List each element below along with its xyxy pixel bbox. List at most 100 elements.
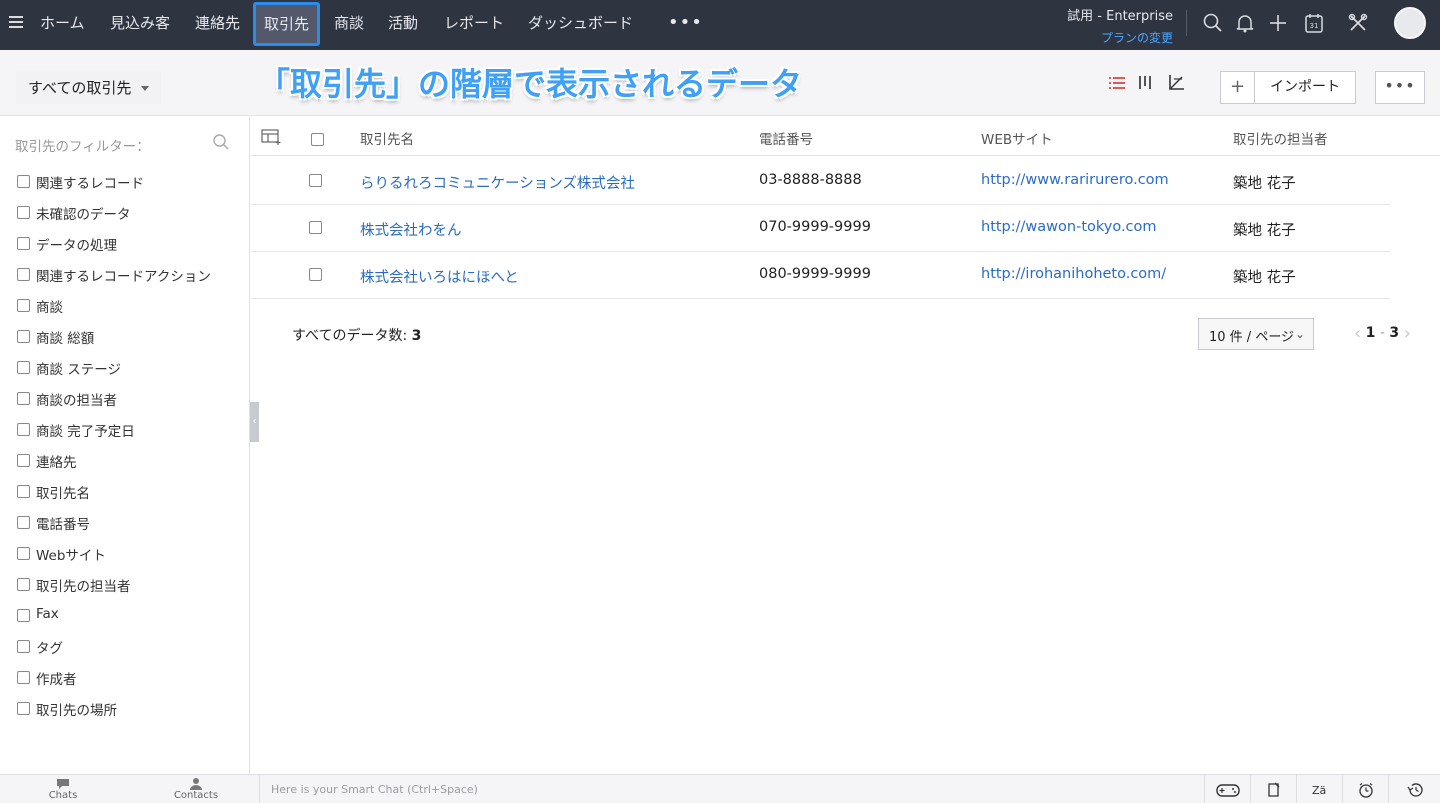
filter-checkbox[interactable] — [17, 516, 30, 529]
row-checkbox[interactable] — [309, 174, 322, 187]
create-import-group: + インポート — [1220, 71, 1356, 104]
filter-checkbox[interactable] — [17, 175, 30, 188]
filter-item[interactable]: Webサイト — [17, 544, 211, 575]
filter-item[interactable]: 取引先の担当者 — [17, 575, 211, 606]
chart-view-icon[interactable] — [1167, 74, 1185, 92]
filter-item[interactable]: データの処理 — [17, 234, 211, 265]
filter-checkbox[interactable] — [17, 454, 30, 467]
change-plan-link[interactable]: プランの変更 — [1067, 29, 1173, 46]
filter-label: 連絡先 — [36, 455, 77, 471]
bell-icon[interactable] — [1234, 12, 1256, 34]
column-header-website[interactable]: WEBサイト — [981, 128, 1053, 148]
prev-page-icon[interactable]: ‹ — [1354, 323, 1361, 344]
website-link[interactable]: http://irohanihoheto.com/ — [981, 266, 1166, 282]
row-checkbox[interactable] — [309, 268, 322, 281]
filter-item[interactable]: 作成者 — [17, 668, 211, 699]
nav-item-leads[interactable]: 見込み客 — [110, 0, 170, 50]
column-header-account-name[interactable]: 取引先名 — [360, 128, 414, 148]
filter-checkbox[interactable] — [17, 268, 30, 281]
list-view-icon[interactable] — [1108, 74, 1126, 92]
filter-item[interactable]: 商談 — [17, 296, 211, 327]
filter-item[interactable]: 取引先の場所 — [17, 699, 211, 730]
table-row[interactable]: らりるれろコミュニケーションズ株式会社 03-8888-8888 http://… — [251, 158, 1390, 205]
account-name-link[interactable]: 株式会社いろはにほへと — [360, 266, 519, 287]
owner-cell: 築地 花子 — [1233, 270, 1296, 286]
filter-item[interactable]: 商談 総額 — [17, 327, 211, 358]
website-link[interactable]: http://www.rarirurero.com — [981, 172, 1169, 188]
chats-tab[interactable]: Chats — [33, 777, 93, 801]
account-name-link[interactable]: 株式会社わをん — [360, 219, 462, 240]
nav-item-reports[interactable]: レポート — [444, 0, 504, 50]
nav-item-accounts[interactable]: 取引先 — [253, 2, 321, 46]
filter-item[interactable]: 関連するレコード — [17, 172, 211, 203]
select-all-checkbox[interactable] — [311, 133, 324, 146]
row-checkbox[interactable] — [309, 221, 322, 234]
filter-label: 商談 — [36, 300, 63, 316]
sidebar-collapse-handle[interactable]: ‹ — [250, 402, 259, 442]
import-button[interactable]: インポート — [1255, 72, 1355, 103]
plus-icon[interactable] — [1267, 12, 1289, 34]
column-header-phone[interactable]: 電話番号 — [759, 128, 813, 148]
website-link[interactable]: http://wawon-tokyo.com — [981, 219, 1157, 235]
kanban-view-icon[interactable] — [1137, 74, 1155, 92]
filter-item[interactable]: 連絡先 — [17, 451, 211, 482]
filter-item[interactable]: 未確認のデータ — [17, 203, 211, 234]
filter-checkbox[interactable] — [17, 702, 30, 715]
search-icon[interactable] — [1202, 12, 1224, 34]
translate-icon[interactable]: Zä — [1296, 775, 1342, 803]
filter-item[interactable]: 電話番号 — [17, 513, 211, 544]
filter-checkbox[interactable] — [17, 361, 30, 374]
filter-checkbox[interactable] — [17, 485, 30, 498]
menu-icon[interactable] — [9, 16, 23, 30]
smart-chat-input[interactable]: Here is your Smart Chat (Ctrl+Space) — [271, 783, 478, 796]
notes-icon[interactable] — [1250, 775, 1296, 803]
gamepad-icon[interactable] — [1204, 775, 1250, 803]
filter-checkbox[interactable] — [17, 392, 30, 405]
filter-item[interactable]: 取引先名 — [17, 482, 211, 513]
create-account-button[interactable]: + — [1221, 72, 1255, 103]
history-icon[interactable] — [1388, 775, 1440, 803]
filter-checkbox[interactable] — [17, 609, 30, 622]
filter-checkbox[interactable] — [17, 578, 30, 591]
more-actions-button[interactable]: ••• — [1375, 71, 1425, 104]
filter-checkbox[interactable] — [17, 547, 30, 560]
filter-item[interactable]: Fax — [17, 606, 211, 637]
filter-checkbox[interactable] — [17, 423, 30, 436]
filter-item[interactable]: 関連するレコードアクション — [17, 265, 211, 296]
filter-item[interactable]: タグ — [17, 637, 211, 668]
filter-checkbox[interactable] — [17, 237, 30, 250]
contacts-tab[interactable]: Contacts — [166, 777, 226, 801]
filter-label: 作成者 — [36, 672, 77, 688]
filter-search-icon[interactable] — [212, 133, 230, 151]
filter-item[interactable]: 商談の担当者 — [17, 389, 211, 420]
account-name-link[interactable]: らりるれろコミュニケーションズ株式会社 — [360, 172, 635, 193]
list-toolbar: すべての取引先 「取引先」の階層で表示されるデータ + インポート ••• — [0, 50, 1440, 116]
alarm-clock-icon[interactable] — [1342, 775, 1388, 803]
svg-text:31: 31 — [1310, 22, 1319, 30]
nav-item-activities[interactable]: 活動 — [388, 0, 418, 50]
filter-checkbox[interactable] — [17, 671, 30, 684]
table-row[interactable]: 株式会社わをん 070-9999-9999 http://wawon-tokyo… — [251, 205, 1390, 252]
nav-more-button[interactable]: ••• — [668, 12, 703, 33]
nav-item-contacts[interactable]: 連絡先 — [195, 0, 240, 50]
view-selector[interactable]: すべての取引先 — [16, 71, 162, 104]
calendar-icon[interactable]: 31 — [1303, 12, 1325, 34]
next-page-icon[interactable]: › — [1404, 323, 1411, 344]
filter-item[interactable]: 商談 完了予定日 — [17, 420, 211, 451]
per-page-select[interactable]: 10 件 / ページ ⌄ — [1198, 318, 1314, 350]
filter-label: 取引先名 — [36, 486, 90, 502]
filter-checkbox[interactable] — [17, 299, 30, 312]
nav-item-dashboards[interactable]: ダッシュボード — [528, 0, 633, 50]
table-row[interactable]: 株式会社いろはにほへと 080-9999-9999 http://irohani… — [251, 252, 1390, 299]
filter-label: 商談の担当者 — [36, 393, 117, 409]
column-header-owner[interactable]: 取引先の担当者 — [1233, 128, 1328, 148]
nav-item-home[interactable]: ホーム — [40, 0, 85, 50]
filter-item[interactable]: 商談 ステージ — [17, 358, 211, 389]
nav-item-deals[interactable]: 商談 — [334, 0, 364, 50]
filter-checkbox[interactable] — [17, 640, 30, 653]
column-settings-icon[interactable] — [261, 129, 281, 145]
user-avatar[interactable] — [1394, 7, 1426, 39]
filter-checkbox[interactable] — [17, 206, 30, 219]
setup-tools-icon[interactable] — [1347, 12, 1369, 34]
filter-checkbox[interactable] — [17, 330, 30, 343]
